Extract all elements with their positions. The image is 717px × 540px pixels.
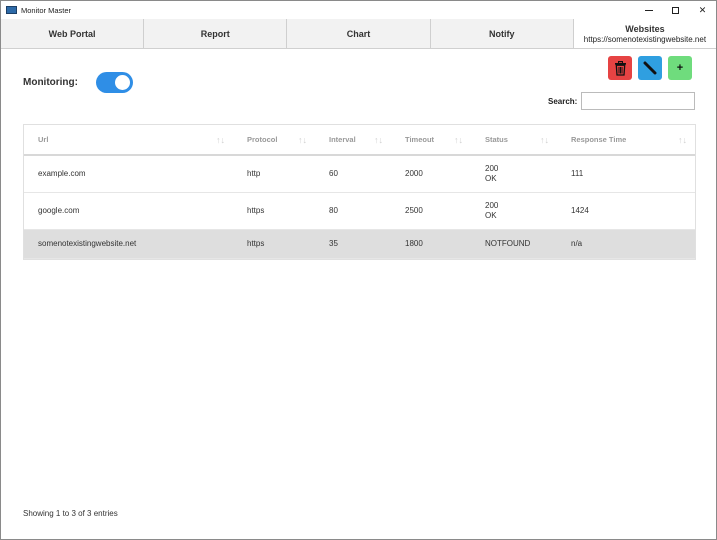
cell-status: NOTFOUND <box>471 229 557 259</box>
close-icon: ✕ <box>698 4 707 15</box>
sort-icon: ↑↓ <box>298 135 307 145</box>
cell-interval: 35 <box>315 229 391 259</box>
cell-url: example.com <box>24 155 233 193</box>
status-code: 200 <box>485 200 499 210</box>
cell-timeout: 2500 <box>391 192 471 230</box>
plus-icon: + <box>676 62 684 74</box>
column-header-status[interactable]: Status ↑↓ <box>471 125 557 156</box>
status-text: OK <box>485 210 497 220</box>
cell-status: 200 OK <box>471 192 557 230</box>
cell-response-time: n/a <box>557 229 695 259</box>
column-header-timeout[interactable]: Timeout ↑↓ <box>391 125 471 156</box>
tab-websites[interactable]: Websites https://somenotexistingwebsite.… <box>573 19 717 48</box>
cell-protocol: https <box>233 192 315 230</box>
cell-status: 200 OK <box>471 155 557 193</box>
cell-response-time: 111 <box>557 155 695 193</box>
pencil-icon <box>643 61 657 75</box>
websites-table: Url ↑↓ Protocol ↑↓ Interval ↑↓ Timeout ↑↓ St… <box>23 124 696 260</box>
cell-response-time: 1424 <box>557 192 695 230</box>
cell-url: google.com <box>24 192 233 230</box>
cell-protocol: https <box>233 229 315 259</box>
status-code: NOTFOUND <box>485 238 531 248</box>
cell-protocol: http <box>233 155 315 193</box>
monitoring-toggle[interactable] <box>95 72 133 93</box>
add-button[interactable]: + <box>668 56 692 80</box>
sort-icon: ↑↓ <box>216 135 225 145</box>
tab-label: Websites <box>625 23 665 34</box>
window-title: Monitor Master <box>21 5 72 15</box>
title-bar: Monitor Master ✕ <box>1 1 716 19</box>
sort-icon: ↑↓ <box>454 135 463 145</box>
sort-icon: ↑↓ <box>678 135 687 145</box>
cell-timeout: 1800 <box>391 229 471 259</box>
tab-bar: Web Portal Report Chart Notify Websites … <box>1 19 717 49</box>
cell-interval: 60 <box>315 155 391 193</box>
column-header-url[interactable]: Url ↑↓ <box>24 125 233 156</box>
table-info: Showing 1 to 3 of 3 entries <box>23 509 118 518</box>
trash-icon <box>614 60 626 76</box>
tab-report[interactable]: Report <box>144 19 288 48</box>
tab-notify[interactable]: Notify <box>430 19 574 48</box>
selected-website-url: https://somenotexistingwebsite.net <box>583 34 707 44</box>
tab-label: Notify <box>488 28 515 39</box>
app-icon <box>6 6 17 14</box>
action-buttons: + <box>608 56 692 80</box>
monitoring-label: Monitoring: <box>23 77 78 88</box>
search-input[interactable] <box>581 92 696 110</box>
table-row[interactable]: example.com http 60 2000 200 OK 111 <box>24 155 695 193</box>
tab-web-portal[interactable]: Web Portal <box>1 19 145 48</box>
table-row[interactable]: google.com https 80 2500 200 OK 1424 <box>24 192 695 230</box>
search-label: Search: <box>548 96 578 106</box>
search-area: Search: <box>548 92 696 110</box>
tab-label: Web Portal <box>48 28 96 39</box>
column-header-interval[interactable]: Interval ↑↓ <box>315 125 391 156</box>
tab-chart[interactable]: Chart <box>287 19 431 48</box>
tab-label: Report <box>200 28 230 39</box>
app-window: Monitor Master ✕ Web Portal Report Chart… <box>0 0 717 540</box>
column-label: Protocol <box>247 135 278 144</box>
delete-button[interactable] <box>608 56 632 80</box>
status-text: OK <box>485 173 497 183</box>
column-label: Url <box>38 135 49 144</box>
maximize-button[interactable] <box>662 1 689 19</box>
sort-icon: ↑↓ <box>540 135 549 145</box>
column-label: Status <box>485 135 508 144</box>
column-label: Interval <box>329 135 356 144</box>
column-header-protocol[interactable]: Protocol ↑↓ <box>233 125 315 156</box>
monitoring-control: Monitoring: <box>23 72 133 93</box>
minimize-button[interactable] <box>635 1 662 19</box>
column-label: Response Time <box>571 135 627 144</box>
close-button[interactable]: ✕ <box>689 1 716 19</box>
cell-interval: 80 <box>315 192 391 230</box>
column-header-response-time[interactable]: Response Time ↑↓ <box>557 125 695 156</box>
maximize-icon <box>672 6 679 14</box>
edit-button[interactable] <box>638 56 662 80</box>
tab-label: Chart <box>346 28 371 39</box>
table-row-selected[interactable]: somenotexistingwebsite.net https 35 1800… <box>24 229 695 259</box>
minimize-icon <box>644 9 653 11</box>
window-controls: ✕ <box>635 1 716 19</box>
sort-icon: ↑↓ <box>374 135 383 145</box>
cell-url: somenotexistingwebsite.net <box>24 229 233 259</box>
toggle-knob <box>114 75 130 90</box>
status-code: 200 <box>485 163 499 173</box>
column-label: Timeout <box>405 135 435 144</box>
cell-timeout: 2000 <box>391 155 471 193</box>
table-header-row: Url ↑↓ Protocol ↑↓ Interval ↑↓ Timeout ↑↓ St… <box>24 125 695 156</box>
